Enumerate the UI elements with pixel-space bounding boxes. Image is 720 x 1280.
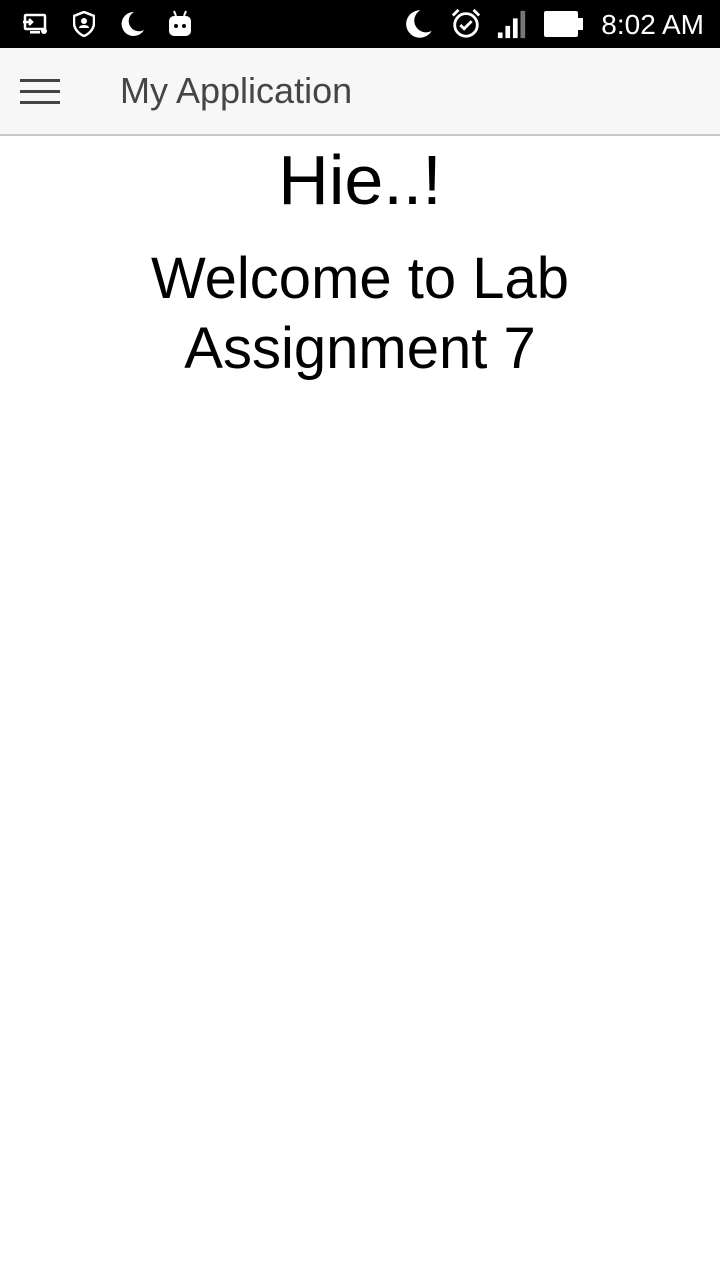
status-time: 8:02 AM xyxy=(601,9,704,40)
app-title: My Application xyxy=(120,70,353,111)
moon-icon xyxy=(402,8,434,40)
android-icon xyxy=(164,8,196,40)
battery-icon xyxy=(544,8,584,40)
alarm-icon xyxy=(450,8,482,40)
welcome-text: Welcome to Lab Assignment 7 xyxy=(150,246,570,381)
status-bar: 8:02 AM xyxy=(0,0,720,48)
menu-line xyxy=(20,89,60,93)
screen-cast-icon xyxy=(20,8,52,40)
shield-user-icon xyxy=(68,8,100,40)
hamburger-menu-icon[interactable] xyxy=(10,66,70,116)
signal-icon xyxy=(496,8,528,40)
greeting-text: Hie..! xyxy=(278,141,442,219)
moon-icon xyxy=(116,8,148,40)
app-toolbar: My Application xyxy=(0,48,720,136)
main-content: Hie..! Welcome to Lab Assignment 7 xyxy=(0,136,720,384)
menu-line xyxy=(20,78,60,82)
menu-line xyxy=(20,100,60,104)
